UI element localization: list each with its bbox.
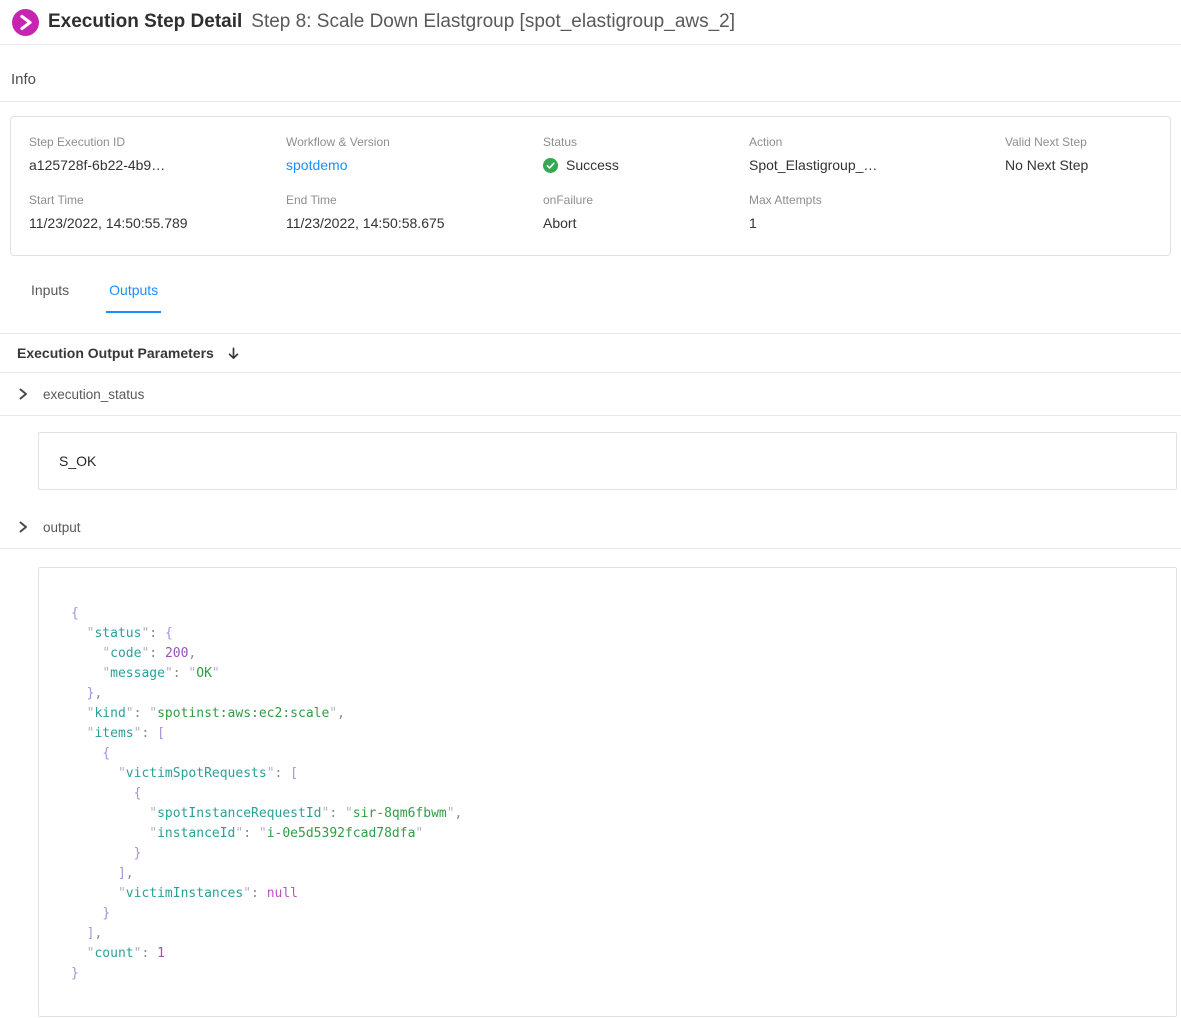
- arrow-down-icon[interactable]: [226, 346, 241, 361]
- workflow-link[interactable]: spotdemo: [286, 157, 543, 173]
- field-action: Action Spot_Elastigroup_…: [749, 135, 1005, 173]
- field-start-time: Start Time 11/23/2022, 14:50:55.789: [29, 193, 286, 231]
- field-label: Valid Next Step: [1005, 135, 1170, 149]
- header-bar: Execution Step Detail Step 8: Scale Down…: [0, 0, 1181, 45]
- field-value: Spot_Elastigroup_…: [749, 157, 1005, 173]
- divider: [0, 101, 1181, 102]
- field-label: Start Time: [29, 193, 286, 207]
- field-label: End Time: [286, 193, 543, 207]
- field-value: Abort: [543, 215, 749, 231]
- status-badge: Success: [566, 157, 619, 173]
- field-label: Action: [749, 135, 1005, 149]
- step-subtitle: Step 8: Scale Down Elastgroup [spot_elas…: [251, 11, 735, 33]
- execution-status-value: S_OK: [59, 453, 96, 469]
- divider: [0, 415, 1181, 416]
- field-valid-next-step: Valid Next Step No Next Step: [1005, 135, 1170, 173]
- chevron-right-icon: [17, 521, 29, 533]
- info-fields-grid: Step Execution ID a125728f-6b22-4b9… Wor…: [29, 135, 1170, 231]
- param-name: output: [43, 520, 81, 535]
- tab-outputs[interactable]: Outputs: [106, 282, 161, 313]
- field-value: 11/23/2022, 14:50:55.789: [29, 215, 286, 231]
- success-check-icon: [543, 158, 558, 173]
- field-label: Status: [543, 135, 749, 149]
- param-row-execution-status[interactable]: execution_status: [0, 373, 1181, 415]
- output-params-header: Execution Output Parameters: [0, 334, 1181, 372]
- output-json-box: { "status": { "code": 200, "message": "O…: [38, 567, 1177, 1017]
- field-onfailure: onFailure Abort: [543, 193, 749, 231]
- field-value: 1: [749, 215, 1005, 231]
- page-title: Execution Step Detail: [48, 11, 242, 33]
- output-json-code: { "status": { "code": 200, "message": "O…: [71, 604, 1146, 984]
- output-params-title: Execution Output Parameters: [17, 345, 214, 361]
- field-value: 11/23/2022, 14:50:58.675: [286, 215, 543, 231]
- field-workflow-version: Workflow & Version spotdemo: [286, 135, 543, 173]
- field-status: Status Success: [543, 135, 749, 173]
- field-label: Step Execution ID: [29, 135, 286, 149]
- field-value: a125728f-6b22-4b9…: [29, 157, 286, 173]
- info-section-label: Info: [11, 71, 1181, 88]
- field-end-time: End Time 11/23/2022, 14:50:58.675: [286, 193, 543, 231]
- field-max-attempts: Max Attempts 1: [749, 193, 1005, 231]
- tab-bar: Inputs Outputs: [28, 282, 1181, 313]
- field-label: Max Attempts: [749, 193, 1005, 207]
- divider: [0, 548, 1181, 549]
- tab-inputs[interactable]: Inputs: [28, 282, 72, 313]
- field-step-execution-id: Step Execution ID a125728f-6b22-4b9…: [29, 135, 286, 173]
- param-row-output[interactable]: output: [0, 506, 1181, 548]
- field-label: Workflow & Version: [286, 135, 543, 149]
- field-label: onFailure: [543, 193, 749, 207]
- execution-status-value-box: S_OK: [38, 432, 1177, 490]
- param-name: execution_status: [43, 387, 144, 402]
- chevron-right-icon: [17, 388, 29, 400]
- app-logo-icon: [12, 9, 39, 36]
- field-value: No Next Step: [1005, 157, 1170, 173]
- info-card: Step Execution ID a125728f-6b22-4b9… Wor…: [10, 116, 1171, 256]
